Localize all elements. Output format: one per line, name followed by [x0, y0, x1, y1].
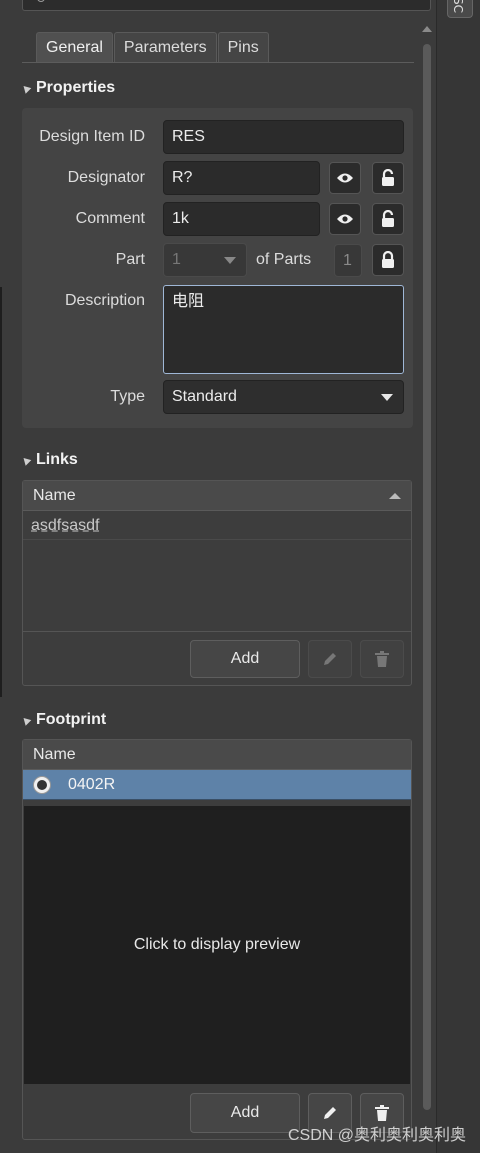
tab-underline — [22, 62, 414, 63]
eye-icon — [337, 173, 353, 183]
footprint-table: Name 0402R Click to display preview — [22, 739, 412, 1140]
type-select[interactable]: Standard — [163, 380, 404, 414]
type-label: Type — [110, 388, 145, 405]
tab-general[interactable]: General — [36, 32, 113, 63]
footprint-section-header[interactable]: Footprint — [20, 709, 106, 731]
lock-icon — [382, 251, 394, 268]
unlock-icon — [382, 210, 394, 227]
search-bar[interactable] — [22, 0, 431, 11]
sort-ascending-icon — [389, 493, 401, 499]
description-label: Description — [64, 292, 145, 309]
footprint-preview[interactable]: Click to display preview — [24, 806, 410, 1084]
part-select[interactable]: 1 — [163, 243, 247, 277]
table-row[interactable]: asdfsasdf — [23, 511, 411, 540]
pencil-icon — [324, 1107, 336, 1119]
links-table-divider — [23, 631, 411, 632]
side-panel-rail: SC — [436, 0, 480, 1153]
scroll-up-arrow[interactable] — [422, 26, 432, 32]
properties-section-header[interactable]: Properties — [20, 77, 115, 99]
table-row[interactable]: 0402R — [23, 770, 411, 800]
collapse-triangle-icon — [20, 82, 32, 94]
footprint-column-header[interactable]: Name — [23, 740, 411, 770]
of-parts-value: 1 — [334, 244, 362, 277]
pencil-icon — [324, 653, 336, 665]
part-value: 1 — [172, 251, 181, 268]
trash-icon — [375, 1105, 389, 1121]
collapse-triangle-icon — [20, 714, 32, 726]
trash-icon — [375, 651, 389, 667]
links-add-button[interactable]: Add — [190, 640, 300, 678]
vertical-scrollbar[interactable] — [423, 44, 431, 1110]
links-delete-button[interactable] — [360, 640, 404, 678]
eye-icon — [337, 214, 353, 224]
design-item-id-label: Design Item ID — [39, 128, 145, 145]
designator-visibility-button[interactable] — [329, 162, 361, 194]
part-lock-button[interactable] — [372, 244, 404, 276]
footprint-add-button[interactable]: Add — [190, 1093, 300, 1133]
links-column-header[interactable]: Name — [23, 481, 411, 511]
chevron-down-icon — [224, 257, 236, 264]
footprint-name: 0402R — [68, 775, 116, 793]
tab-parameters[interactable]: Parameters — [113, 32, 217, 63]
part-label: Part — [115, 251, 145, 268]
description-textarea[interactable]: 电阻 — [163, 285, 404, 374]
comment-lock-button[interactable] — [372, 203, 404, 235]
designator-field[interactable]: R? — [163, 161, 320, 195]
design-item-id-field[interactable]: RES — [163, 120, 404, 154]
type-value: Standard — [172, 388, 237, 405]
comment-visibility-button[interactable] — [329, 203, 361, 235]
collapse-triangle-icon — [20, 454, 32, 466]
of-parts-label: of Parts — [256, 251, 312, 268]
search-icon — [37, 0, 45, 2]
links-section-header[interactable]: Links — [20, 449, 78, 471]
comment-label: Comment — [75, 210, 145, 227]
link-name[interactable]: asdfsasdf — [31, 517, 99, 534]
left-edge-divider — [0, 287, 2, 697]
preview-hint: Click to display preview — [133, 936, 301, 953]
watermark-text: CSDN @奥利奥利奥利奥 — [287, 1127, 466, 1144]
comment-field[interactable]: 1k — [163, 202, 320, 236]
unlock-icon — [382, 169, 394, 186]
tab-bar: General Parameters Pins — [36, 32, 270, 63]
chevron-down-icon — [381, 394, 393, 401]
designator-lock-button[interactable] — [372, 162, 404, 194]
radio-selected-icon[interactable] — [33, 775, 51, 794]
side-panel-tab[interactable]: SC — [447, 0, 473, 18]
designator-label: Designator — [67, 169, 145, 186]
tab-pins[interactable]: Pins — [217, 32, 269, 63]
links-edit-button[interactable] — [308, 640, 352, 678]
